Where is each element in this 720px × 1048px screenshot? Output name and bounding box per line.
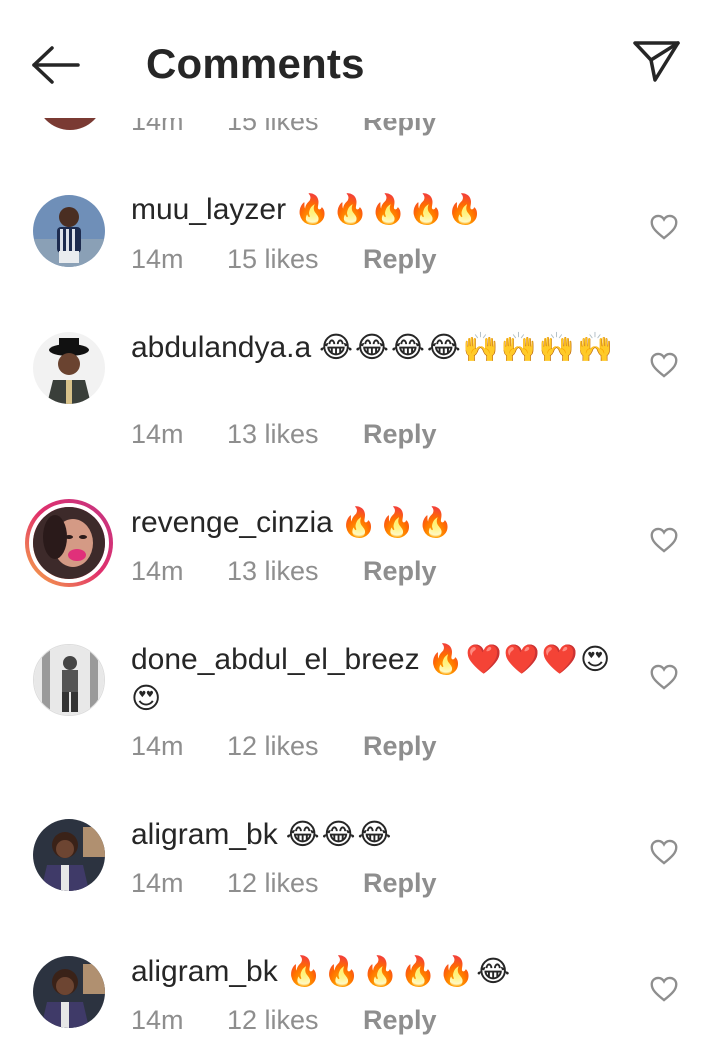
comment-username[interactable]: abdulandya.a (131, 331, 311, 364)
comment-username[interactable]: aligram_bk (131, 818, 278, 851)
heart-outline-icon[interactable] (650, 352, 678, 378)
avatar-photo (33, 819, 105, 891)
heart-outline-icon[interactable] (650, 214, 678, 240)
comments-list[interactable]: 14m 15 likes Reply muu_layzer 🔥🔥🔥🔥🔥 14m … (0, 0, 720, 1048)
avatar-photo (33, 332, 105, 404)
comment-username[interactable]: aligram_bk (131, 955, 278, 988)
heart-outline-icon[interactable] (650, 839, 678, 865)
comment-username[interactable]: revenge_cinzia (131, 506, 333, 539)
top-bar: Comments (0, 0, 720, 118)
comment-username[interactable]: muu_layzer (131, 193, 286, 226)
comment-time: 14m (131, 868, 184, 898)
comment-body: aligram_bk 🔥🔥🔥🔥🔥😂 (131, 952, 621, 991)
avatar-photo (33, 195, 105, 267)
comment-time: 14m (131, 419, 184, 449)
reply-button[interactable]: Reply (363, 1005, 437, 1036)
comment-body: done_abdul_el_breez 🔥❤️❤️❤️😍😍 (131, 640, 621, 718)
comment-likes[interactable]: 12 likes (227, 731, 319, 762)
reply-button[interactable]: Reply (363, 556, 437, 587)
paper-plane-icon (633, 41, 680, 82)
comment-username[interactable]: done_abdul_el_breez (131, 643, 420, 676)
avatar-photo (33, 956, 105, 1028)
comment-likes[interactable]: 12 likes (227, 868, 319, 899)
avatar[interactable] (33, 332, 105, 404)
avatar-with-story-ring[interactable] (25, 499, 113, 587)
comment-body: abdulandya.a 😂😂😂😂🙌🙌🙌🙌 (131, 328, 621, 367)
avatar-photo (34, 645, 104, 715)
comment-time: 14m (131, 1005, 184, 1035)
comment-likes[interactable]: 15 likes (227, 244, 319, 275)
avatar[interactable] (33, 956, 105, 1028)
comment-text: 🔥🔥🔥 (340, 505, 456, 539)
comment-likes[interactable]: 12 likes (227, 1005, 319, 1036)
comment-time: 14m (131, 244, 184, 274)
share-button[interactable] (628, 36, 684, 84)
avatar[interactable] (33, 195, 105, 267)
reply-button[interactable]: Reply (363, 419, 437, 450)
comment-text: 😂😂😂 (285, 817, 394, 851)
back-arrow-icon (32, 46, 80, 84)
heart-outline-icon[interactable] (650, 664, 678, 690)
avatar (29, 503, 109, 583)
comment-text: 🔥🔥🔥🔥🔥😂 (285, 954, 513, 988)
comment-body: revenge_cinzia 🔥🔥🔥 (131, 503, 621, 542)
comment-body: muu_layzer 🔥🔥🔥🔥🔥 (131, 190, 621, 229)
reply-button[interactable]: Reply (363, 244, 437, 275)
comment-likes[interactable]: 13 likes (227, 419, 319, 450)
heart-outline-icon[interactable] (650, 976, 678, 1002)
comment-text: 🔥🔥🔥🔥🔥 (294, 192, 485, 226)
comment-text: 😂😂😂😂🙌🙌🙌🙌 (319, 330, 616, 364)
page-title: Comments (146, 40, 365, 87)
avatar[interactable] (33, 644, 105, 716)
comment-likes[interactable]: 13 likes (227, 556, 319, 587)
heart-outline-icon[interactable] (650, 527, 678, 553)
avatar-photo (33, 507, 105, 579)
comment-time: 14m (131, 731, 184, 761)
reply-button[interactable]: Reply (363, 868, 437, 899)
comment-time: 14m (131, 556, 184, 586)
comment-body: aligram_bk 😂😂😂 (131, 815, 621, 854)
reply-button[interactable]: Reply (363, 731, 437, 762)
avatar[interactable] (33, 819, 105, 891)
back-button[interactable] (28, 40, 84, 88)
